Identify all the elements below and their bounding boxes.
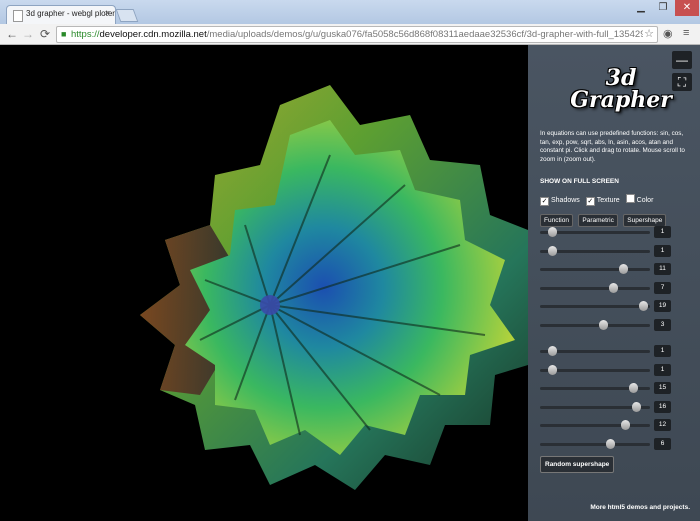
slider-value: 7 <box>654 281 671 294</box>
slider-thumb[interactable] <box>598 319 608 330</box>
slider-value: 11 <box>654 263 671 275</box>
page-icon <box>13 10 23 22</box>
shadows-checkbox[interactable]: ✓ Shadows <box>540 197 580 206</box>
slider-thumb[interactable] <box>628 383 638 393</box>
slider-value: 1 <box>654 226 671 238</box>
random-supershape-button[interactable]: Random supershape <box>540 456 615 473</box>
minimize-window-icon[interactable]: ▁ <box>630 0 652 16</box>
menu-icon[interactable]: ≡ <box>683 27 689 39</box>
eye-extension-icon[interactable]: ◉ <box>663 27 673 40</box>
mode-tabs: Function Parametric Supershape <box>540 209 667 227</box>
tab-close-icon[interactable]: × <box>105 8 110 18</box>
more-demos-link[interactable]: More html5 demos and projects. <box>590 504 690 511</box>
group2-slider-3[interactable]: 15 <box>540 382 692 394</box>
forward-icon[interactable]: → <box>20 26 36 42</box>
browser-toolbar: ← → ⟳ ■ https://developer.cdn.mozilla.ne… <box>0 24 700 45</box>
group1-slider-4[interactable]: 7 <box>540 281 692 294</box>
slider-track[interactable] <box>540 286 650 290</box>
slider-value: 16 <box>654 400 671 413</box>
slider-thumb[interactable] <box>618 264 628 274</box>
slider-thumb[interactable] <box>608 282 618 293</box>
render-options: ✓ Shadows ✓ Texture Color <box>540 194 657 206</box>
close-window-icon[interactable]: ✕ <box>675 0 699 16</box>
texture-label: Texture <box>596 197 620 204</box>
slider-track[interactable] <box>540 424 650 427</box>
slider-value: 6 <box>654 437 671 450</box>
lock-icon: ■ <box>61 29 67 39</box>
control-panel: — ⛶ 3d Grapher In equations can use pred… <box>528 45 700 521</box>
slider-value: 1 <box>654 345 671 357</box>
texture-checkbox-box[interactable]: ✓ <box>585 197 595 206</box>
group1-slider-3[interactable]: 11 <box>540 263 692 275</box>
url-text: https://developer.cdn.mozilla.net/media/… <box>71 29 643 40</box>
group2-slider-6[interactable]: 6 <box>540 437 692 450</box>
group2-slider-1[interactable]: 1 <box>540 345 692 357</box>
reload-icon[interactable]: ⟳ <box>37 26 53 42</box>
slider-track[interactable] <box>540 305 650 308</box>
slider-track[interactable] <box>540 323 650 327</box>
color-label: Color <box>636 197 654 204</box>
bookmark-star-icon[interactable]: ☆ <box>644 27 654 40</box>
color-checkbox-box[interactable] <box>625 194 635 203</box>
app-logo: 3d Grapher <box>566 67 676 111</box>
shadows-label: Shadows <box>551 197 580 204</box>
slider-track[interactable] <box>540 442 650 446</box>
group1-slider-1[interactable]: 1 <box>540 226 692 238</box>
help-text: In equations can use predefined function… <box>540 130 685 164</box>
group2-slider-4[interactable]: 16 <box>540 400 692 413</box>
group1-slider-2[interactable]: 1 <box>540 244 692 257</box>
slider-track[interactable] <box>540 268 650 271</box>
slider-thumb[interactable] <box>548 364 558 375</box>
slider-value: 1 <box>654 363 671 376</box>
logo-line-2: Grapher <box>570 87 672 113</box>
group1-slider-6[interactable]: 3 <box>540 318 692 331</box>
color-checkbox[interactable]: Color <box>625 194 654 204</box>
show-fullscreen-link[interactable]: SHOW ON FULL SCREEN <box>540 178 619 185</box>
slider-value: 19 <box>654 300 671 312</box>
slider-thumb[interactable] <box>620 420 630 430</box>
slider-thumb[interactable] <box>548 245 558 256</box>
browser-tab[interactable]: 3d grapher - webgl ploter × <box>6 5 116 25</box>
slider-thumb[interactable] <box>638 301 648 311</box>
slider-thumb[interactable] <box>548 227 558 237</box>
slider-value: 12 <box>654 419 671 431</box>
slider-value: 15 <box>654 382 671 394</box>
group2-slider-2[interactable]: 1 <box>540 363 692 376</box>
group1-slider-5[interactable]: 19 <box>540 300 692 312</box>
slider-thumb[interactable] <box>605 438 615 449</box>
tab-title: 3d grapher - webgl ploter <box>26 9 115 18</box>
texture-checkbox[interactable]: ✓ Texture <box>585 197 620 206</box>
slider-thumb[interactable] <box>631 401 641 412</box>
shadows-checkbox-box[interactable]: ✓ <box>540 197 549 206</box>
slider-thumb[interactable] <box>548 346 558 356</box>
webgl-canvas[interactable] <box>0 45 528 521</box>
slider-value: 3 <box>654 318 671 331</box>
browser-titlebar: 3d grapher - webgl ploter × ▁ ❐ ✕ <box>0 0 700 25</box>
group2-slider-5[interactable]: 12 <box>540 419 692 431</box>
logo-line-1: 3d <box>605 65 637 91</box>
shape-center <box>260 295 280 315</box>
address-bar[interactable]: ■ https://developer.cdn.mozilla.net/medi… <box>56 26 658 43</box>
supershape-render <box>140 85 528 490</box>
back-icon[interactable]: ← <box>4 26 20 42</box>
restore-window-icon[interactable]: ❐ <box>652 0 674 16</box>
slider-value: 1 <box>654 244 671 257</box>
new-tab-button[interactable] <box>115 9 139 22</box>
